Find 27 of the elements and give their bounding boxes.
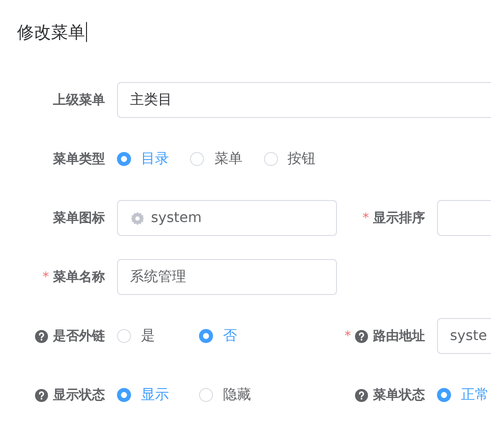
input-field[interactable]: 系统管理	[117, 259, 337, 295]
help-icon[interactable]	[35, 388, 48, 402]
gear-icon	[130, 210, 145, 226]
field-label: 菜单图标	[53, 210, 105, 227]
field-label: 菜单状态	[373, 387, 425, 404]
input-field[interactable]: 主类目	[117, 82, 491, 118]
dialog-title: 修改菜单	[17, 22, 85, 44]
help-icon[interactable]	[35, 330, 48, 342]
required-mark: *	[42, 270, 49, 284]
input-field[interactable]: system	[117, 200, 337, 236]
input-field[interactable]: syste	[437, 318, 491, 354]
field-label: 是否外链	[53, 328, 105, 345]
radio-option[interactable]: 是	[117, 327, 199, 345]
radio-option[interactable]: 隐藏	[199, 386, 281, 404]
field-label: 上级菜单	[53, 92, 105, 109]
field-label: 显示排序	[373, 210, 425, 227]
help-icon[interactable]	[355, 330, 368, 342]
radio-option[interactable]: 按钮	[264, 150, 337, 168]
field-label: 菜单类型	[53, 151, 105, 168]
field-label: 显示状态	[53, 387, 105, 404]
field-label: 路由地址	[373, 328, 425, 345]
field-label: 菜单名称	[53, 269, 105, 286]
text-cursor	[86, 22, 87, 42]
required-mark: *	[344, 328, 351, 344]
required-mark: *	[362, 210, 369, 226]
radio-option[interactable]: 菜单	[190, 150, 264, 168]
help-icon[interactable]	[355, 388, 368, 402]
